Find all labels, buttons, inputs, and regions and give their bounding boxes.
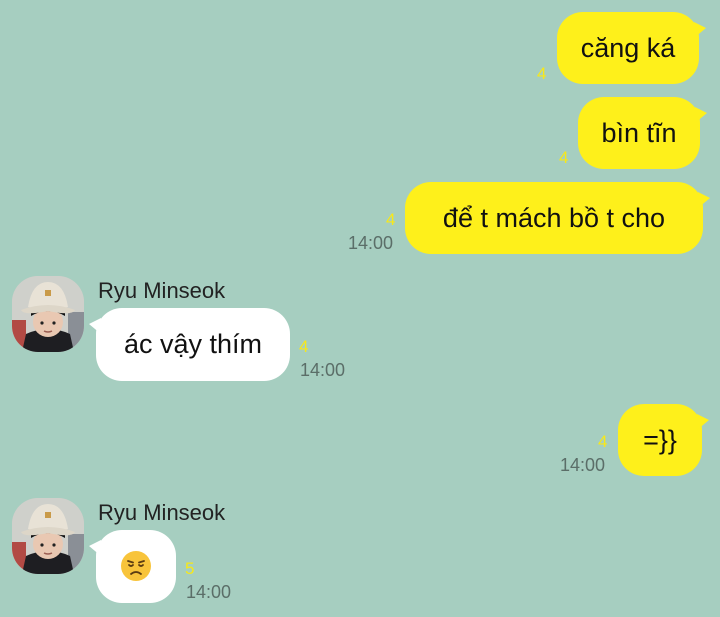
message-timestamp: 14:00 bbox=[300, 360, 346, 380]
message-text: bìn tĩn bbox=[601, 117, 677, 148]
avatar[interactable] bbox=[12, 276, 84, 352]
sender-name: Ryu Minseok bbox=[98, 500, 226, 525]
unread-count: 4 bbox=[537, 64, 547, 83]
unread-count: 4 bbox=[299, 337, 309, 356]
incoming-message-bubble[interactable] bbox=[89, 530, 176, 603]
message-timestamp: 14:00 bbox=[560, 455, 606, 475]
avatar-photo bbox=[12, 276, 84, 352]
unread-count: 4 bbox=[386, 210, 396, 229]
unread-count: 4 bbox=[559, 148, 569, 167]
message-text: căng ká bbox=[580, 32, 676, 63]
unread-count: 4 bbox=[598, 432, 608, 451]
chat-area: căng ká 4 bìn tĩn 4 để t mách bồ t cho 4… bbox=[0, 0, 720, 617]
outgoing-message-bubble[interactable]: căng ká bbox=[557, 12, 706, 84]
avatar[interactable] bbox=[12, 498, 84, 574]
incoming-message-bubble[interactable]: ác vậy thím bbox=[89, 308, 290, 381]
message-text: =}} bbox=[643, 424, 677, 455]
message-text: ác vậy thím bbox=[123, 329, 263, 359]
avatar-photo bbox=[12, 498, 84, 574]
outgoing-message-bubble[interactable]: =}} bbox=[618, 404, 709, 476]
message-text: để t mách bồ t cho bbox=[442, 202, 666, 233]
sender-name: Ryu Minseok bbox=[98, 278, 226, 303]
outgoing-message-bubble[interactable]: để t mách bồ t cho bbox=[405, 182, 710, 254]
message-timestamp: 14:00 bbox=[348, 233, 394, 253]
disappointed-face-icon bbox=[121, 551, 151, 581]
message-timestamp: 14:00 bbox=[186, 582, 232, 602]
outgoing-message-bubble[interactable]: bìn tĩn bbox=[578, 97, 707, 169]
unread-count: 5 bbox=[185, 559, 195, 578]
